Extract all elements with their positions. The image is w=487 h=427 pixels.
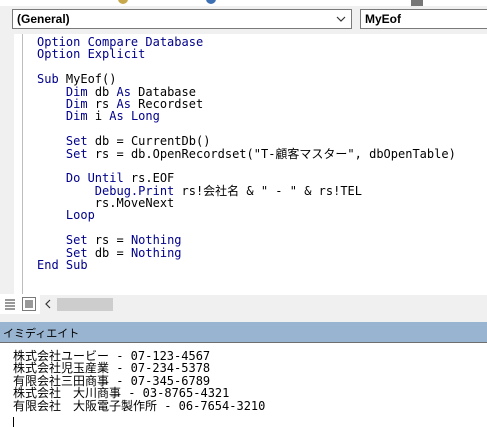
code-window-header: (General) MyEof	[0, 6, 487, 34]
vbe-window: (General) MyEof Option Compare Database O…	[0, 0, 487, 427]
toolbar-icon[interactable]	[206, 0, 216, 4]
object-combo-value: (General)	[17, 12, 70, 26]
scrollbar-thumb[interactable]	[57, 298, 113, 311]
code-line: Loop	[37, 209, 487, 221]
immediate-window-title: イミディエイト	[3, 327, 80, 340]
text-caret	[13, 417, 14, 427]
horizontal-scrollbar[interactable]	[40, 295, 487, 314]
gutter-divider	[22, 34, 23, 294]
margin-indicator-bar[interactable]	[0, 34, 14, 294]
immediate-window-title-bar[interactable]: イミディエイト	[0, 322, 487, 342]
immediate-output-line: 株式会社児玉産業 - 07-234-5378	[13, 361, 211, 376]
code-keyword: Dim	[65, 109, 88, 124]
procedure-view-icon[interactable]	[3, 297, 17, 311]
object-combo[interactable]: (General)	[12, 9, 352, 29]
code-keyword: End Sub	[37, 258, 88, 273]
pane-splitter[interactable]	[0, 314, 487, 322]
immediate-output[interactable]: 株式会社ユービー - 07-123-4567 株式会社児玉産業 - 07-234-…	[13, 350, 265, 412]
code-text: db =	[87, 245, 131, 260]
code-line: rs.MoveNext	[37, 197, 487, 209]
code-keyword: Option Explicit	[37, 47, 146, 62]
code-keyword: Loop	[65, 208, 95, 223]
immediate-output-line: 有限会社 大阪電子製作所 - 06-7654-3210	[13, 398, 266, 413]
code-line: End Sub	[37, 259, 487, 271]
code-line: Set rs = db.OpenRecordset("T-顧客マスター", db…	[37, 146, 487, 161]
procedure-combo-value: MyEof	[365, 12, 401, 26]
immediate-window[interactable]: 株式会社ユービー - 07-123-4567 株式会社児玉産業 - 07-234-…	[0, 342, 487, 427]
code-keyword: Set	[65, 146, 88, 161]
immediate-output-line: 株式会社 大川商事 - 03-8765-4321	[13, 386, 230, 401]
code-keyword: As Long	[109, 109, 160, 124]
code-keyword: Nothing	[130, 245, 182, 260]
full-module-view-icon[interactable]	[22, 297, 36, 311]
code-text: rs = db.OpenRecordset("T-顧客マスター", dbOpen…	[87, 146, 456, 161]
chevron-left-icon[interactable]	[42, 297, 54, 311]
toolbar-icon[interactable]	[118, 0, 128, 4]
code-text: i	[87, 109, 110, 124]
code-editor[interactable]: Option Compare Database Option Explicit Su…	[37, 36, 487, 271]
code-line: Option Explicit	[37, 48, 487, 60]
chevron-down-icon[interactable]	[335, 12, 347, 26]
code-line: Dim i As Long	[37, 110, 487, 122]
code-window[interactable]: Option Compare Database Option Explicit Su…	[0, 34, 487, 314]
code-line: Set db = Nothing	[37, 245, 487, 260]
view-buttons	[0, 295, 40, 314]
procedure-combo[interactable]: MyEof	[360, 9, 487, 29]
code-text: rs!会社名 & " - " & rs!TEL	[174, 183, 363, 198]
